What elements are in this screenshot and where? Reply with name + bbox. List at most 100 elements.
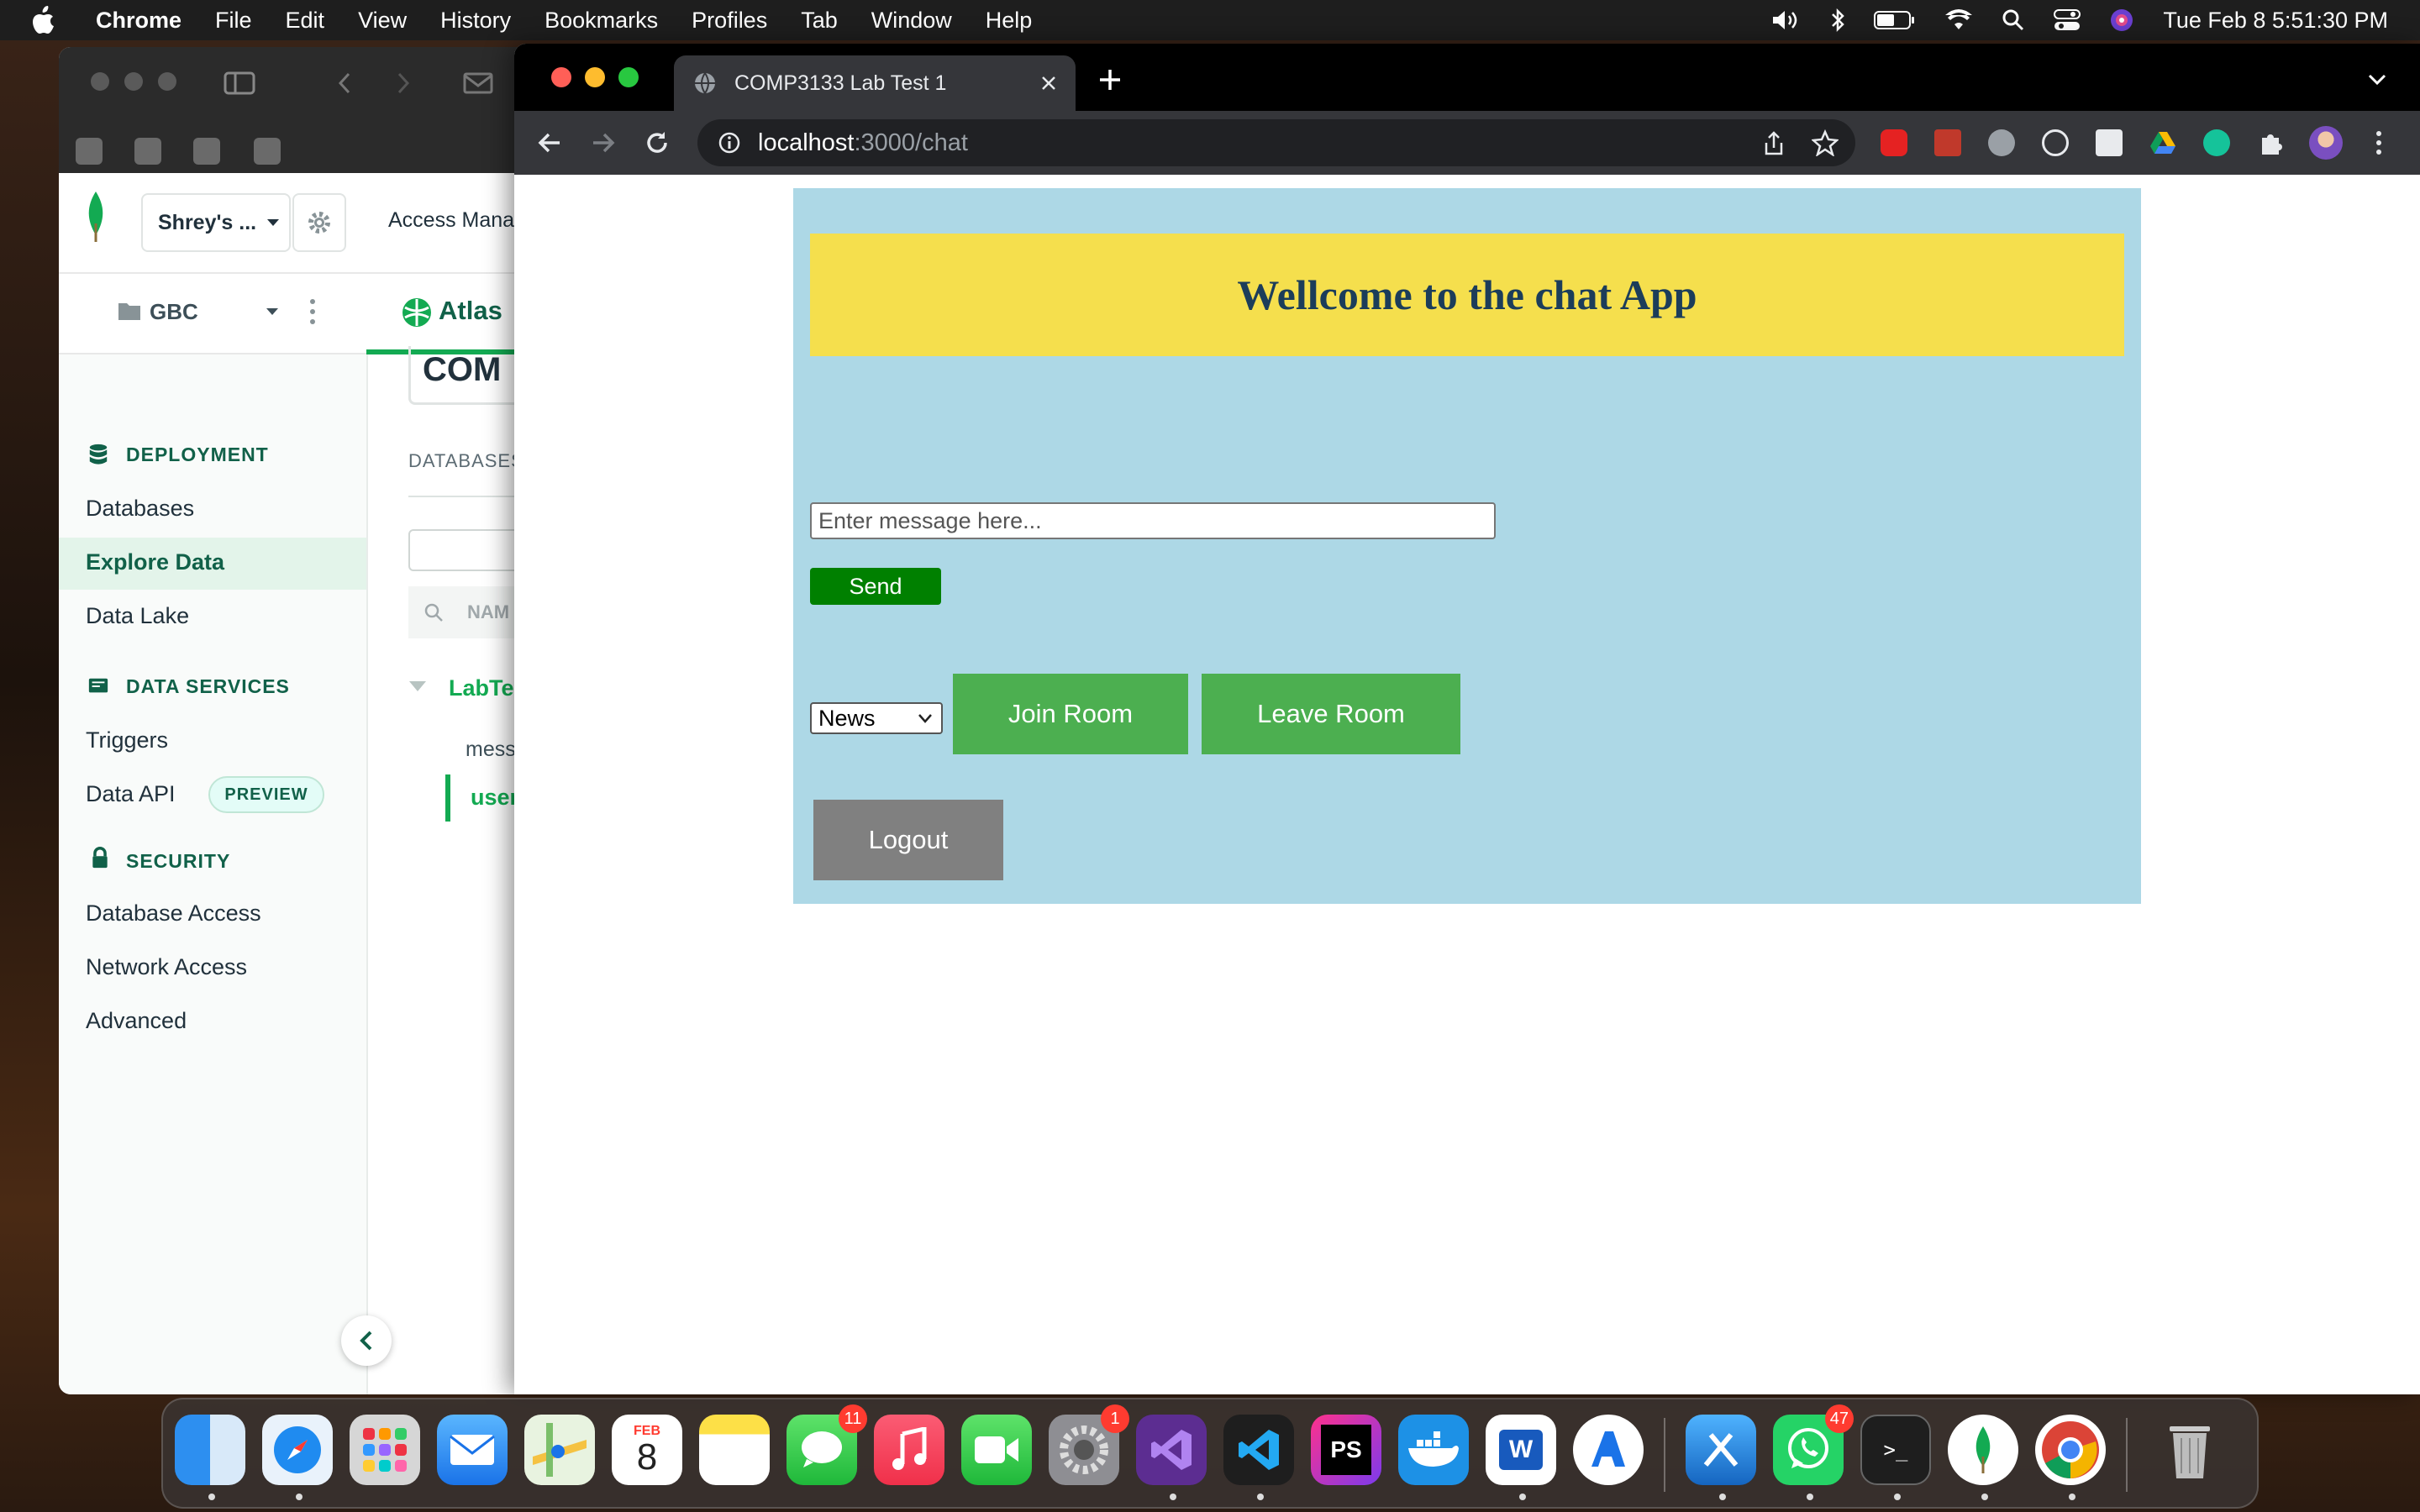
zoom-window-button[interactable] [618, 67, 639, 87]
trash-icon[interactable] [2154, 1415, 2225, 1485]
sidebar-item-explore-data[interactable]: Explore Data [86, 549, 224, 575]
notes-icon[interactable] [699, 1415, 770, 1485]
more-vertical-icon[interactable] [309, 297, 316, 326]
menu-history[interactable]: History [440, 8, 511, 34]
send-button[interactable]: Send [810, 568, 941, 605]
collection-tree-item[interactable]: mess [466, 738, 516, 762]
word-icon[interactable]: W [1486, 1415, 1556, 1485]
sidebar-item-data-api[interactable]: Data API [86, 781, 176, 807]
safari-icon[interactable] [262, 1415, 333, 1485]
project-name[interactable]: GBC [150, 299, 198, 325]
menu-view[interactable]: View [358, 8, 407, 34]
expand-caret-icon[interactable] [408, 680, 427, 692]
sidebar-item-network-access[interactable]: Network Access [86, 954, 247, 980]
sidebar-item-databases[interactable]: Databases [86, 496, 194, 522]
site-info-icon[interactable] [718, 131, 741, 155]
minimize-window-button[interactable] [124, 72, 143, 91]
visual-studio-icon[interactable] [1136, 1415, 1207, 1485]
sidebar-item-advanced[interactable]: Advanced [86, 1008, 187, 1034]
notion-favicon-icon[interactable] [134, 138, 161, 165]
address-bar[interactable]: localhost:3000/chat [697, 119, 1855, 166]
org-settings-button[interactable] [292, 193, 346, 252]
music-icon[interactable] [874, 1415, 944, 1485]
docker-icon[interactable] [1398, 1415, 1469, 1485]
minimize-window-button[interactable] [585, 67, 605, 87]
message-input[interactable] [810, 502, 1496, 539]
system-preferences-icon[interactable]: 1 [1049, 1404, 1129, 1485]
menu-file[interactable]: File [215, 8, 252, 34]
back-arrow-icon[interactable] [536, 129, 563, 156]
apple-icon[interactable] [30, 6, 67, 34]
terminal-icon[interactable]: >_ [1860, 1415, 1931, 1485]
menubar-clock[interactable]: Tue Feb 8 5:51:30 PM [2163, 8, 2388, 34]
bookmark-favicon-icon[interactable] [254, 138, 281, 165]
maps-icon[interactable] [524, 1415, 595, 1485]
calendar-icon[interactable]: FEB 8 [612, 1415, 682, 1485]
more-menu-icon[interactable] [2375, 129, 2383, 156]
mail-app-icon[interactable] [437, 1415, 508, 1485]
sidebar-toggle-icon[interactable] [224, 71, 257, 96]
messages-icon[interactable]: 11 [786, 1404, 867, 1485]
xcode-icon[interactable] [1686, 1415, 1756, 1485]
share-icon[interactable] [1763, 131, 1785, 156]
sidebar-item-data-lake[interactable]: Data Lake [86, 603, 189, 629]
profile-avatar[interactable] [2309, 126, 2343, 160]
menu-edit[interactable]: Edit [286, 8, 325, 34]
menu-bookmarks[interactable]: Bookmarks [544, 8, 658, 34]
grammarly-extension-icon[interactable] [2203, 129, 2230, 156]
youtube-favicon-icon[interactable] [193, 138, 220, 165]
sidebar-item-triggers[interactable]: Triggers [86, 727, 168, 753]
launchpad-icon[interactable] [350, 1415, 420, 1485]
access-manager-link[interactable]: Access Mana [388, 208, 514, 233]
collection-tree-item-active[interactable]: user [471, 785, 518, 811]
forward-arrow-icon[interactable] [590, 129, 617, 156]
bluetooth-icon[interactable] [1830, 8, 1845, 33]
volume-icon[interactable] [1771, 8, 1802, 32]
reload-icon[interactable] [644, 129, 671, 156]
new-tab-plus-icon[interactable] [1097, 67, 1123, 92]
spotlight-search-icon[interactable] [2002, 8, 2025, 32]
facebook-favicon-icon[interactable] [76, 138, 103, 165]
mail-icon[interactable] [462, 71, 496, 96]
menu-help[interactable]: Help [986, 8, 1033, 34]
logout-button[interactable]: Logout [813, 800, 1003, 880]
menu-window[interactable]: Window [871, 8, 952, 34]
tab-comp3133-lab-test[interactable]: COMP3133 Lab Test 1 [674, 55, 1076, 111]
chrome-icon[interactable] [2035, 1415, 2106, 1485]
forward-arrow-icon[interactable] [395, 71, 412, 96]
wifi-icon[interactable] [1944, 9, 1973, 31]
google-drive-icon[interactable] [2149, 129, 2176, 156]
lightbulb-extension-icon[interactable] [2042, 129, 2069, 156]
menu-profiles[interactable]: Profiles [692, 8, 767, 34]
bookmark-star-icon[interactable] [1812, 129, 1839, 156]
room-select[interactable]: News [810, 702, 943, 734]
chat-bubble-extension-icon[interactable] [1988, 129, 2015, 156]
vscode-icon[interactable] [1223, 1415, 1294, 1485]
control-center-icon[interactable] [2054, 8, 2081, 32]
finder-icon[interactable] [175, 1415, 245, 1485]
facetime-icon[interactable] [961, 1415, 1032, 1485]
collapse-sidebar-button[interactable] [341, 1315, 392, 1366]
atlas-tab[interactable]: Atlas [439, 296, 502, 326]
zoom-window-button[interactable] [158, 72, 176, 91]
siri-icon[interactable] [2109, 8, 2134, 33]
mongodb-compass-icon[interactable] [1948, 1415, 2018, 1485]
clipboard-extension-icon[interactable] [2096, 129, 2123, 156]
caret-down-icon[interactable] [266, 307, 279, 316]
menu-tab[interactable]: Tab [801, 8, 838, 34]
adblock-extension-icon[interactable] [1881, 129, 1907, 156]
azure-data-studio-icon[interactable] [1573, 1415, 1644, 1485]
mongodb-leaf-icon[interactable] [81, 190, 111, 244]
close-window-button[interactable] [91, 72, 109, 91]
menu-app-name[interactable]: Chrome [96, 8, 182, 34]
phpstorm-icon[interactable]: PS [1311, 1415, 1381, 1485]
close-window-button[interactable] [551, 67, 571, 87]
whatsapp-icon[interactable]: 47 [1773, 1404, 1854, 1485]
org-selector[interactable]: Shrey's ... [141, 193, 291, 252]
back-arrow-icon[interactable] [336, 71, 353, 96]
battery-icon[interactable] [1874, 10, 1916, 30]
bookmark-extension-icon[interactable] [1934, 129, 1961, 156]
close-tab-icon[interactable] [1040, 75, 1057, 92]
join-room-button[interactable]: Join Room [953, 674, 1188, 754]
extensions-puzzle-icon[interactable] [2257, 129, 2284, 156]
